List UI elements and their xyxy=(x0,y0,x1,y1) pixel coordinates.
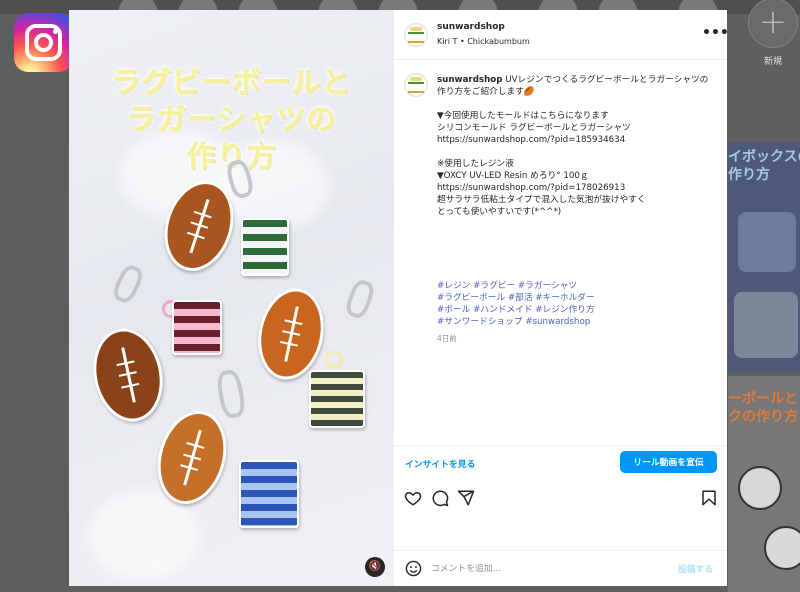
media-heading-line: ラガーシャツの xyxy=(126,102,337,136)
caption-line: とっても使いやすいです(*^^*) xyxy=(437,207,562,217)
thumbnail-title: イボックスの 作り方 xyxy=(728,149,800,183)
comment-input[interactable] xyxy=(431,560,661,578)
post-actions xyxy=(394,487,727,517)
keychain-clasp xyxy=(110,262,146,306)
heart-icon[interactable] xyxy=(404,489,422,507)
share-icon[interactable] xyxy=(457,489,475,507)
grid-post-thumbnail[interactable]: イボックスの 作り方 xyxy=(728,142,800,372)
caption-line: 超サラサラ低粘土タイプで混入した気泡が抜けやすく xyxy=(437,195,646,205)
caption-text: sunwardshop UVレジンでつくるラグビーボールとラガーシャツの作り方を… xyxy=(437,74,717,218)
post-header: sunwardshop Kiri T • Chickabumbum ••• xyxy=(394,10,729,60)
resin-box-image xyxy=(738,212,796,272)
insights-bar: インサイトを見る リール動画を宣伝 xyxy=(394,445,727,487)
rugby-shirt-charm xyxy=(241,218,289,276)
promote-reel-button[interactable]: リール動画を宣伝 xyxy=(620,451,717,473)
caption-line: ▼今回使用したモールドはこちらになります xyxy=(437,111,609,121)
hashtag-line[interactable]: #レジン #ラグビー #ラガーシャツ xyxy=(437,280,717,292)
caption-line: シリコンモールド ラグビーボールとラガーシャツ xyxy=(437,123,631,133)
instagram-logo-icon[interactable] xyxy=(14,13,73,72)
hashtag-list: #レジン #ラグビー #ラガーシャツ #ラグビーボール #部活 #キーホルダー … xyxy=(437,280,717,328)
hashtag-line[interactable]: #サンワードショップ #sunwardshop xyxy=(437,316,717,328)
emoji-icon[interactable] xyxy=(405,560,422,577)
post-caption: sunwardshop UVレジンでつくるラグビーボールとラガーシャツの作り方を… xyxy=(394,60,727,445)
rugby-shirt-charm xyxy=(309,370,365,428)
caption-line: ※使用したレジン液 xyxy=(437,159,514,169)
resin-box-image xyxy=(734,292,798,358)
post-comment-button[interactable]: 投稿する xyxy=(678,562,713,575)
caption-link: https://sunwardshop.com/?pid=185934634 xyxy=(437,135,626,145)
post-author-username[interactable]: sunwardshop xyxy=(437,22,505,32)
keychain-clasp xyxy=(215,368,247,420)
post-media[interactable]: ラグビーボールと ラガーシャツの 作り方 🔇 xyxy=(69,10,394,586)
caption-line: ▼OXCY UV-LED Resin めろり° 100ｇ xyxy=(437,171,589,181)
hashtag-line[interactable]: #ボール #ハンドメイド #レジン作り方 xyxy=(437,304,717,316)
rugby-shirt-charm xyxy=(239,460,299,528)
post-time-ago[interactable]: 4日前 xyxy=(437,333,457,344)
caption-line xyxy=(437,146,717,158)
rugby-ball-charm xyxy=(84,321,172,429)
comment-icon[interactable] xyxy=(431,489,449,507)
post-details-panel: sunwardshop Kiri T • Chickabumbum ••• su… xyxy=(394,10,729,586)
soccer-ball-image xyxy=(764,526,800,570)
audio-attribution[interactable]: Kiri T • Chickabumbum xyxy=(437,37,530,46)
thumbnail-title: ーボールと クの作り方 xyxy=(728,391,798,425)
keychain-clasp xyxy=(343,277,377,321)
mute-icon[interactable]: 🔇 xyxy=(365,557,385,577)
keychain-ring xyxy=(325,350,343,368)
rugby-shirt-charm xyxy=(172,300,222,355)
soccer-ball-image xyxy=(738,466,782,510)
new-highlight-icon[interactable]: + xyxy=(748,0,798,48)
caption-link: https://sunwardshop.com/?pid=178026913 xyxy=(437,183,626,193)
media-heading-line: ラグビーボールと xyxy=(111,65,352,99)
more-options-icon[interactable]: ••• xyxy=(702,26,729,40)
grid-post-thumbnail[interactable]: ーボールと クの作り方 xyxy=(728,376,800,592)
comment-composer: 投稿する xyxy=(394,551,727,586)
avatar[interactable] xyxy=(404,23,428,47)
media-heading: ラグビーボールと ラガーシャツの 作り方 xyxy=(69,64,394,175)
avatar[interactable] xyxy=(404,73,428,97)
caption-line xyxy=(437,98,717,110)
hashtag-line[interactable]: #ラグビーボール #部活 #キーホルダー xyxy=(437,292,717,304)
bookmark-icon[interactable] xyxy=(700,489,718,507)
new-highlight-label: 新規 xyxy=(764,57,783,67)
caption-username[interactable]: sunwardshop xyxy=(437,75,502,85)
view-insights-link[interactable]: インサイトを見る xyxy=(405,457,475,470)
